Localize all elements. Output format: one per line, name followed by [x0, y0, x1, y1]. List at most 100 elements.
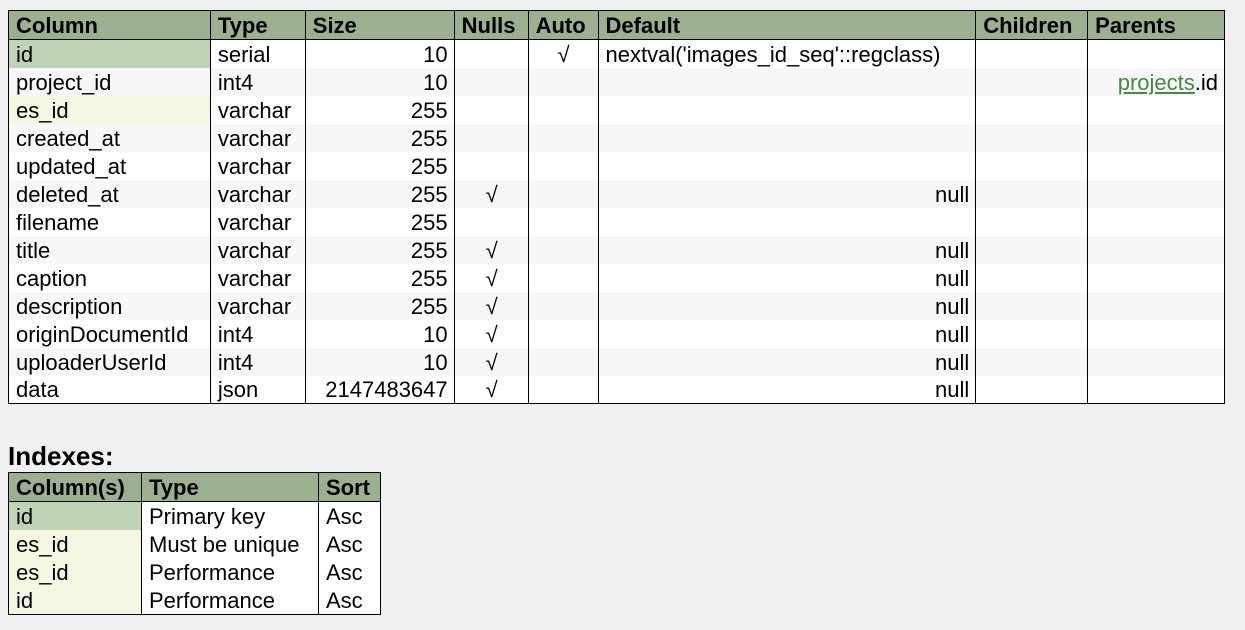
- index-sort-cell: Asc: [318, 501, 381, 530]
- table-row: title varchar 255 √ null: [8, 236, 1225, 264]
- index-type-cell: Must be unique: [141, 530, 319, 558]
- column-name-cell: uploaderUserId: [8, 348, 211, 376]
- column-nulls-cell: √: [453, 292, 529, 320]
- column-auto-cell: [527, 152, 599, 180]
- indexes-header-row: Column(s) Type Sort: [8, 472, 381, 502]
- column-type-cell: json: [209, 376, 306, 404]
- column-auto-cell: [527, 348, 599, 376]
- header-type[interactable]: Type: [209, 10, 306, 40]
- column-type-cell: varchar: [209, 264, 306, 292]
- column-auto-cell: [527, 68, 599, 96]
- column-parents-cell: projects.id: [1087, 68, 1225, 96]
- column-children-cell: [975, 208, 1089, 236]
- column-nulls-cell: √: [453, 348, 529, 376]
- columns-table: Column Type Size Nulls Auto Default Chil…: [8, 10, 1225, 404]
- column-nulls-cell: [453, 208, 529, 236]
- column-nulls-cell: √: [453, 180, 529, 208]
- column-type-cell: serial: [209, 39, 306, 68]
- column-parents-cell: [1087, 348, 1225, 376]
- column-children-cell: [975, 124, 1089, 152]
- column-default-cell: null: [597, 180, 977, 208]
- column-auto-cell: [527, 208, 599, 236]
- column-auto-cell: [527, 124, 599, 152]
- column-type-cell: int4: [209, 68, 306, 96]
- column-auto-cell: [527, 292, 599, 320]
- column-size-cell: 255: [304, 264, 455, 292]
- column-parents-cell: [1087, 292, 1225, 320]
- column-size-cell: 10: [304, 348, 455, 376]
- column-name-cell: es_id: [8, 96, 211, 124]
- column-name-cell: created_at: [8, 124, 211, 152]
- header-children[interactable]: Children: [975, 10, 1089, 40]
- column-parents-cell: [1087, 320, 1225, 348]
- column-type-cell: int4: [209, 320, 306, 348]
- index-type-cell: Performance: [141, 558, 319, 586]
- index-sort-cell: Asc: [318, 586, 381, 615]
- column-parents-cell: [1087, 39, 1225, 68]
- columns-header-row: Column Type Size Nulls Auto Default Chil…: [8, 10, 1225, 40]
- table-row: updated_at varchar 255: [8, 152, 1225, 180]
- column-parents-cell: [1087, 124, 1225, 152]
- column-default-cell: null: [597, 376, 977, 404]
- column-size-cell: 255: [304, 180, 455, 208]
- index-header-columns[interactable]: Column(s): [8, 472, 142, 502]
- column-size-cell: 255: [304, 124, 455, 152]
- column-nulls-cell: [453, 96, 529, 124]
- indexes-table: Column(s) Type Sort id Primary key Asc es_i…: [8, 472, 381, 615]
- table-row: description varchar 255 √ null: [8, 292, 1225, 320]
- header-column[interactable]: Column: [8, 10, 211, 40]
- column-default-cell: [597, 208, 977, 236]
- header-size[interactable]: Size: [304, 10, 455, 40]
- column-auto-cell: [527, 96, 599, 124]
- column-type-cell: varchar: [209, 292, 306, 320]
- column-nulls-cell: [453, 152, 529, 180]
- column-type-cell: varchar: [209, 208, 306, 236]
- column-name-cell: caption: [8, 264, 211, 292]
- column-name-cell: project_id: [8, 68, 211, 96]
- column-children-cell: [975, 39, 1089, 68]
- column-children-cell: [975, 96, 1089, 124]
- column-type-cell: varchar: [209, 124, 306, 152]
- column-auto-cell: [527, 180, 599, 208]
- column-children-cell: [975, 68, 1089, 96]
- index-sort-cell: Asc: [318, 530, 381, 558]
- column-name-cell: data: [8, 376, 211, 404]
- header-auto[interactable]: Auto: [527, 10, 599, 40]
- column-nulls-cell: √: [453, 320, 529, 348]
- parent-table-link[interactable]: projects: [1118, 70, 1195, 95]
- table-row: project_id int4 10 projects.id: [8, 68, 1225, 96]
- header-default[interactable]: Default: [597, 10, 977, 40]
- column-parents-cell: [1087, 152, 1225, 180]
- column-auto-cell: [527, 320, 599, 348]
- index-header-type[interactable]: Type: [141, 472, 319, 502]
- column-default-cell: [597, 152, 977, 180]
- column-auto-cell: √: [527, 39, 599, 68]
- column-size-cell: 2147483647: [304, 376, 455, 404]
- column-type-cell: varchar: [209, 96, 306, 124]
- column-nulls-cell: √: [453, 236, 529, 264]
- index-columns-cell: id: [8, 501, 142, 530]
- column-name-cell: updated_at: [8, 152, 211, 180]
- column-name-cell: description: [8, 292, 211, 320]
- index-type-cell: Performance: [141, 586, 319, 615]
- header-parents[interactable]: Parents: [1087, 10, 1225, 40]
- column-name-cell: deleted_at: [8, 180, 211, 208]
- column-size-cell: 10: [304, 320, 455, 348]
- table-row: data json 2147483647 √ null: [8, 376, 1225, 404]
- column-children-cell: [975, 320, 1089, 348]
- column-default-cell: null: [597, 236, 977, 264]
- column-size-cell: 255: [304, 152, 455, 180]
- column-children-cell: [975, 236, 1089, 264]
- column-auto-cell: [527, 376, 599, 404]
- header-nulls[interactable]: Nulls: [453, 10, 529, 40]
- column-default-cell: nextval('images_id_seq'::regclass): [597, 39, 977, 68]
- column-type-cell: varchar: [209, 236, 306, 264]
- index-columns-cell: id: [8, 586, 142, 615]
- parent-column-name: .id: [1194, 69, 1218, 95]
- column-children-cell: [975, 376, 1089, 404]
- index-header-sort[interactable]: Sort: [318, 472, 381, 502]
- column-parents-cell: [1087, 208, 1225, 236]
- column-parents-cell: [1087, 376, 1225, 404]
- index-row: id Primary key Asc: [8, 501, 381, 530]
- column-children-cell: [975, 292, 1089, 320]
